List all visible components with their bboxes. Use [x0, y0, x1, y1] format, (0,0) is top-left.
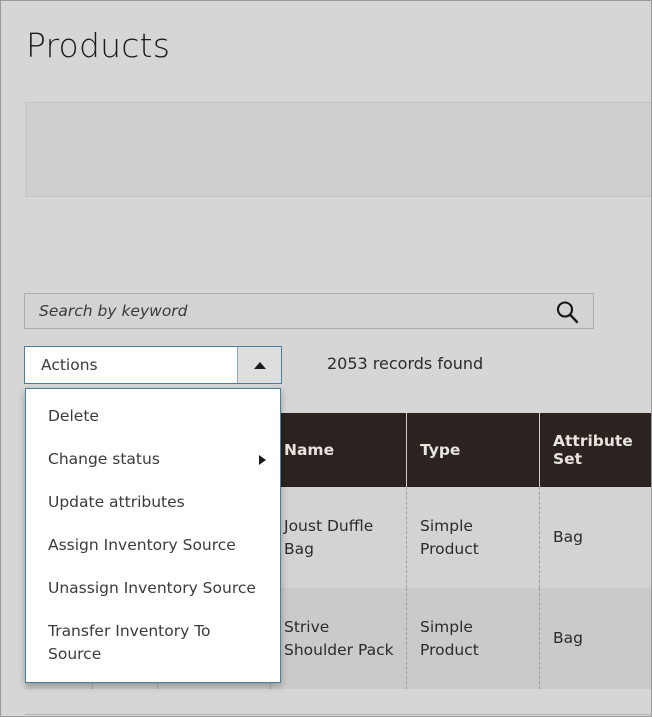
- menu-item-label: Change status: [48, 450, 160, 468]
- table-cell-attribute-set: Bag: [553, 528, 583, 546]
- menu-item-transfer-inventory-to-source[interactable]: Transfer Inventory To Source: [26, 610, 280, 676]
- caret-up-icon: [253, 361, 266, 369]
- table-cell-name: Joust Duffle Bag: [271, 487, 407, 588]
- menu-item-label: Delete: [48, 407, 99, 425]
- search-bar[interactable]: [24, 293, 594, 329]
- actions-select[interactable]: Actions: [24, 346, 282, 384]
- table-cell-attribute-set: Bag: [553, 629, 583, 647]
- menu-item-unassign-inventory-source[interactable]: Unassign Inventory Source: [26, 567, 280, 610]
- table-cell-type: Simple Product: [407, 487, 540, 588]
- table-cell-name: Strive Shoulder Pack: [271, 588, 407, 689]
- menu-item-change-status[interactable]: Change status: [26, 438, 280, 481]
- actions-select-label: Actions: [41, 356, 98, 374]
- menu-item-label: Update attributes: [48, 493, 185, 511]
- search-icon[interactable]: [555, 300, 579, 324]
- table-cell-type: Simple Product: [407, 588, 540, 689]
- search-input[interactable]: [25, 294, 545, 328]
- records-found-label: 2053 records found: [327, 354, 484, 373]
- table-header-cell-name[interactable]: Name: [271, 413, 407, 487]
- menu-item-update-attributes[interactable]: Update attributes: [26, 481, 280, 524]
- actions-caret-button[interactable]: [237, 347, 281, 383]
- table-bottom-divider: [25, 714, 651, 715]
- chevron-right-icon: [259, 454, 266, 465]
- toolbar-panel: [25, 102, 651, 197]
- menu-item-assign-inventory-source[interactable]: Assign Inventory Source: [26, 524, 280, 567]
- menu-item-label: Unassign Inventory Source: [48, 579, 256, 597]
- menu-item-label: Assign Inventory Source: [48, 536, 236, 554]
- products-grid-page: Products Name Type Attribute Set Joust D…: [0, 0, 652, 717]
- page-title: Products: [26, 26, 171, 65]
- menu-item-label: Transfer Inventory To Source: [48, 622, 211, 663]
- menu-item-delete[interactable]: Delete: [26, 395, 280, 438]
- actions-dropdown-menu[interactable]: Delete Change status Update attributes A…: [25, 388, 281, 683]
- table-header-cell-type[interactable]: Type: [407, 413, 540, 487]
- table-header-cell-attribute-set[interactable]: Attribute Set: [540, 413, 651, 487]
